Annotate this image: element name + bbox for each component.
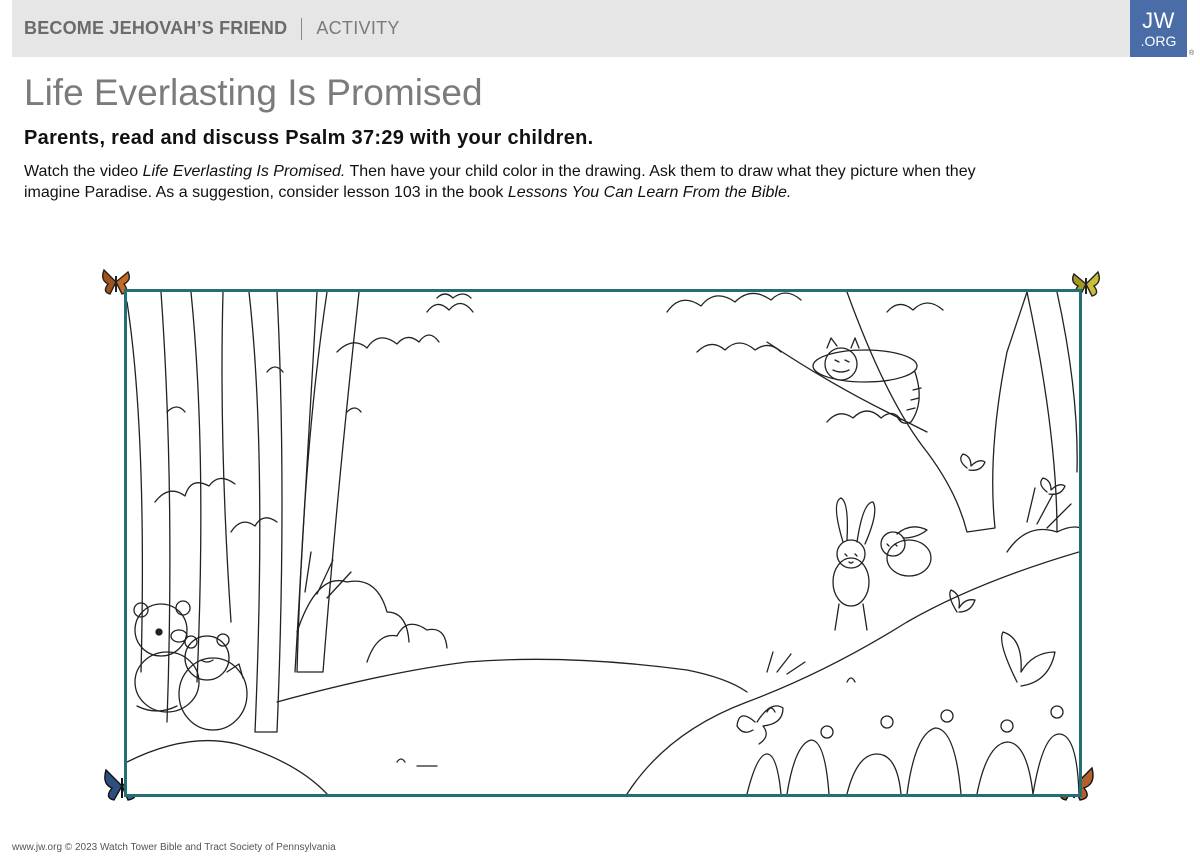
logo-jw-text: JW	[1142, 7, 1175, 33]
instructions: Watch the video Life Everlasting Is Prom…	[24, 161, 1034, 203]
butterfly-small	[949, 453, 1066, 613]
rabbit-standing	[832, 497, 876, 631]
page-title: Life Everlasting Is Promised	[24, 72, 483, 113]
right-trees	[666, 292, 1079, 553]
flowers-foreground	[746, 487, 1079, 794]
series-title: BECOME JEHOVAH’S FRIEND	[24, 18, 288, 38]
butterfly-right	[1000, 631, 1056, 687]
coloring-page-frame	[124, 289, 1082, 797]
section-label: ACTIVITY	[316, 18, 400, 38]
registered-mark: ®	[1189, 50, 1195, 57]
header-divider	[301, 17, 303, 40]
instructions-text-1: Watch the video	[24, 163, 143, 180]
bear-cub	[178, 633, 248, 731]
logo-org-text: .ORG	[1140, 32, 1177, 49]
bear	[133, 600, 200, 713]
coloring-illustration	[127, 292, 1079, 794]
left-trees	[127, 292, 474, 733]
video-title: Life Everlasting Is Promised.	[142, 163, 346, 180]
book-title: Lessons You Can Learn From the Bible.	[507, 184, 792, 201]
jw-org-logo[interactable]: JW .ORG	[1130, 0, 1187, 57]
ground-path	[127, 551, 1079, 794]
rabbit-sitting	[880, 526, 932, 577]
left-bushes	[296, 551, 448, 663]
copyright-footer: www.jw.org © 2023 Watch Tower Bible and …	[12, 842, 336, 853]
header-bar: BECOME JEHOVAH’S FRIEND ACTIVITY	[12, 0, 1130, 57]
subtitle: Parents, read and discuss Psalm 37:29 wi…	[24, 127, 594, 149]
butterfly-bottom-center	[736, 705, 784, 745]
